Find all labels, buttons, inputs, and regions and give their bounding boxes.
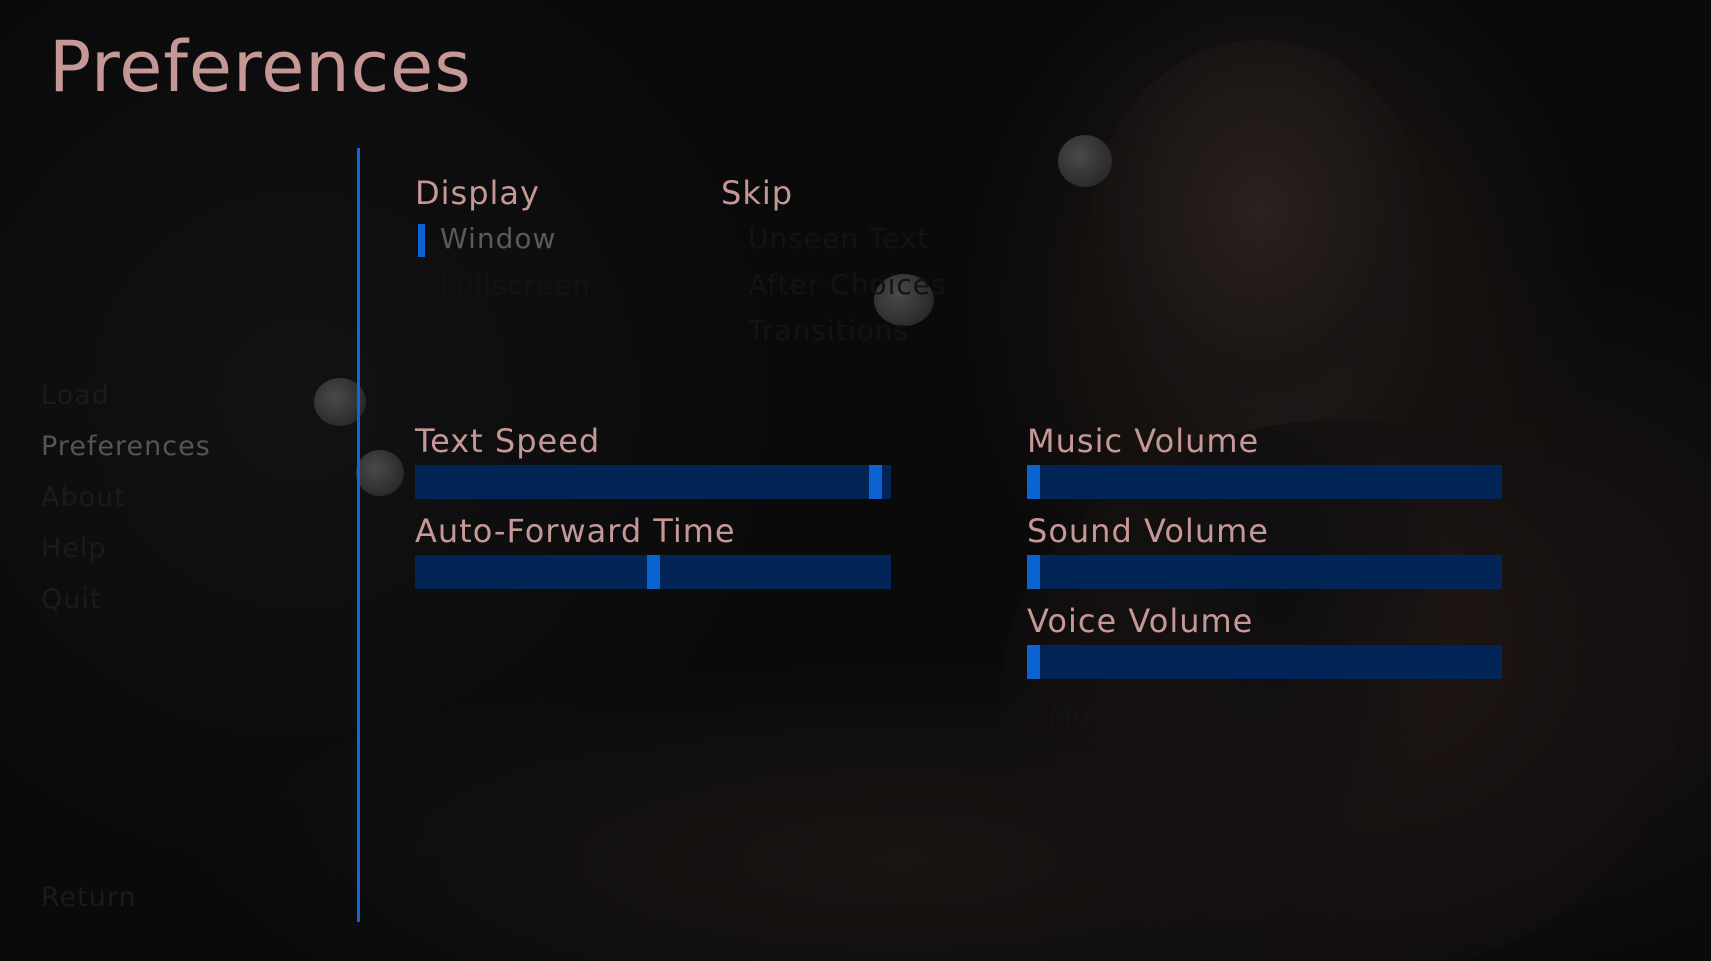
auto-forward-label: Auto-Forward Time: [415, 512, 736, 550]
slider-thumb[interactable]: [1027, 555, 1040, 589]
skip-after-choices-option[interactable]: After Choices: [748, 268, 947, 301]
nav-item-load[interactable]: Load: [41, 380, 110, 411]
selected-marker: [418, 224, 425, 257]
music-volume-slider[interactable]: [1027, 465, 1502, 499]
slider-thumb[interactable]: [647, 555, 660, 589]
background-character-head: [1090, 40, 1430, 420]
music-volume-label: Music Volume: [1027, 422, 1260, 460]
return-button[interactable]: Return: [41, 882, 137, 913]
text-speed-slider[interactable]: [415, 465, 891, 499]
display-window-option[interactable]: Window: [418, 222, 557, 257]
slider-thumb[interactable]: [869, 465, 882, 499]
text-speed-label: Text Speed: [415, 422, 601, 460]
skip-unseen-text-option[interactable]: Unseen Text: [748, 222, 930, 255]
background-bubble: [356, 450, 404, 496]
skip-transitions-option[interactable]: Transitions: [748, 314, 909, 347]
display-fullscreen-option[interactable]: Fullscreen: [440, 268, 591, 301]
slider-thumb[interactable]: [1027, 465, 1040, 499]
nav-item-about[interactable]: About: [41, 482, 126, 513]
background-bubble: [1058, 135, 1112, 187]
display-header: Display: [415, 174, 540, 212]
skip-header: Skip: [721, 174, 794, 212]
sound-volume-slider[interactable]: [1027, 555, 1502, 589]
auto-forward-slider[interactable]: [415, 555, 891, 589]
sound-volume-label: Sound Volume: [1027, 512, 1269, 550]
main-navigation: Load Preferences About Help Quit Return: [41, 0, 341, 961]
navigation-divider: [357, 148, 360, 922]
game-screen: Preferences Load Preferences About Help …: [0, 0, 1711, 961]
nav-item-preferences[interactable]: Preferences: [41, 431, 211, 462]
display-window-label: Window: [440, 222, 557, 255]
mute-all-checkbox[interactable]: Mute All: [1048, 700, 1170, 733]
nav-item-help[interactable]: Help: [41, 533, 107, 564]
voice-volume-slider[interactable]: [1027, 645, 1502, 679]
nav-item-quit[interactable]: Quit: [41, 584, 101, 615]
voice-volume-label: Voice Volume: [1027, 602, 1254, 640]
slider-thumb[interactable]: [1027, 645, 1040, 679]
